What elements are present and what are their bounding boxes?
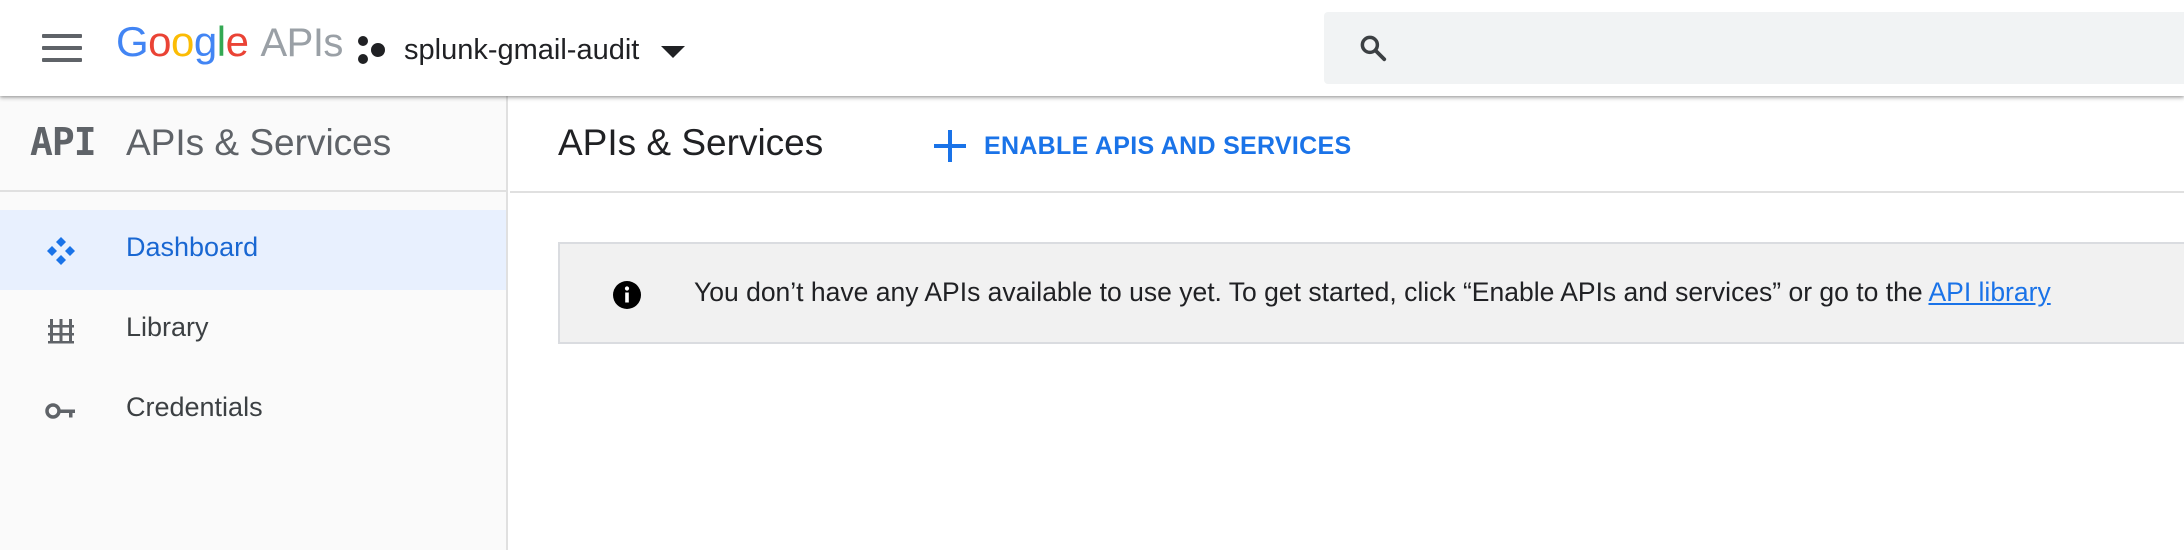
hamburger-menu-icon[interactable] bbox=[38, 28, 86, 68]
sidebar-item-label: Credentials bbox=[126, 392, 263, 422]
project-selector[interactable]: splunk-gmail-audit bbox=[356, 28, 686, 72]
plus-icon bbox=[934, 130, 966, 162]
sidebar-header: API APIs & Services bbox=[0, 96, 506, 192]
dropdown-arrow-icon bbox=[661, 46, 686, 58]
info-message: You don’t have any APIs available to use… bbox=[694, 277, 2051, 308]
project-icon bbox=[358, 36, 385, 64]
api-library-link[interactable]: API library bbox=[1928, 277, 2050, 307]
enable-apis-button[interactable]: ENABLE APIS AND SERVICES bbox=[934, 122, 1351, 170]
info-banner: You don’t have any APIs available to use… bbox=[558, 242, 2184, 344]
search-bar[interactable] bbox=[1324, 12, 2184, 84]
enable-apis-button-label: ENABLE APIS AND SERVICES bbox=[984, 131, 1352, 160]
google-logo-word: Google bbox=[116, 18, 249, 65]
library-icon bbox=[48, 319, 74, 344]
logo-apis-text: APIs bbox=[260, 21, 343, 65]
sidebar-item-label: Dashboard bbox=[126, 232, 259, 262]
dashboard-icon bbox=[47, 237, 75, 265]
sidebar-item-library[interactable]: Library bbox=[0, 290, 506, 370]
search-icon bbox=[1360, 35, 1387, 62]
sidebar-item-label: Library bbox=[126, 312, 209, 342]
google-apis-logo[interactable]: Google APIs bbox=[116, 18, 343, 70]
search-input[interactable] bbox=[1412, 31, 2172, 65]
project-name: splunk-gmail-audit bbox=[404, 33, 640, 66]
sidebar-nav: Dashboard Library Credentials bbox=[0, 210, 506, 450]
key-icon bbox=[45, 403, 75, 419]
info-message-text: You don’t have any APIs available to use… bbox=[694, 277, 1929, 307]
page-title: APIs & Services bbox=[558, 122, 824, 163]
api-badge-icon: API bbox=[30, 120, 97, 164]
main-header: APIs & Services ENABLE APIS AND SERVICES bbox=[510, 96, 2184, 193]
top-app-bar: Google APIs splunk-gmail-audit bbox=[0, 0, 2184, 96]
sidebar-item-credentials[interactable]: Credentials bbox=[0, 370, 506, 450]
info-icon bbox=[613, 281, 641, 309]
sidebar-item-dashboard[interactable]: Dashboard bbox=[0, 210, 506, 290]
sidebar: API APIs & Services Dashboard Library Cr… bbox=[0, 96, 508, 550]
sidebar-title: APIs & Services bbox=[126, 122, 392, 163]
